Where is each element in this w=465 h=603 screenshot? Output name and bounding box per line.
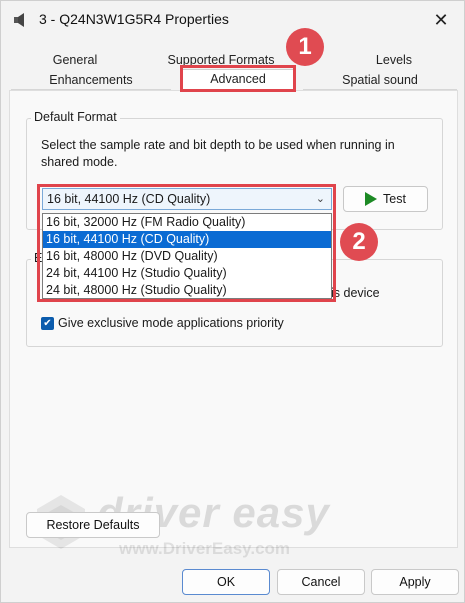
default-format-label: Default Format: [31, 110, 120, 124]
cancel-label: Cancel: [301, 575, 341, 589]
tab-enhancements[interactable]: Enhancements: [11, 71, 171, 90]
exclusive-control-label: is device: [331, 286, 380, 300]
tab-spatial-sound[interactable]: Spatial sound: [303, 71, 457, 90]
restore-defaults-button[interactable]: Restore Defaults: [26, 512, 160, 538]
close-icon: ✕: [433, 9, 449, 30]
close-button[interactable]: ✕: [425, 7, 457, 33]
cancel-button[interactable]: Cancel: [277, 569, 365, 595]
exclusive-priority-label: Give exclusive mode applications priorit…: [58, 316, 284, 330]
ok-label: OK: [216, 575, 236, 589]
exclusive-priority-checkbox[interactable]: ✔: [41, 317, 54, 330]
step-badge-2: 2: [340, 223, 378, 261]
speaker-icon: [14, 13, 24, 27]
watermark-url: www.DriverEasy.com: [119, 539, 291, 558]
highlight-format-dropdown: [37, 184, 336, 302]
default-format-description: Select the sample rate and bit depth to …: [41, 138, 395, 169]
apply-button[interactable]: Apply: [371, 569, 459, 595]
test-button-label: Test: [383, 192, 406, 206]
play-icon: [365, 192, 378, 206]
apply-label: Apply: [399, 575, 431, 589]
tab-levels[interactable]: Levels: [331, 51, 457, 69]
ok-button[interactable]: OK: [182, 569, 270, 595]
properties-window: 3 - Q24N3W1G5R4 Properties ✕ General Sup…: [0, 0, 465, 603]
tab-general[interactable]: General: [11, 51, 139, 69]
test-button[interactable]: Test: [343, 186, 428, 212]
title-bar: 3 - Q24N3W1G5R4 Properties ✕: [1, 1, 464, 39]
window-title: 3 - Q24N3W1G5R4 Properties: [39, 11, 229, 27]
step-badge-1: 1: [286, 28, 324, 66]
restore-defaults-label: Restore Defaults: [46, 518, 140, 532]
check-icon: ✔: [43, 318, 52, 329]
highlight-advanced-tab: [180, 65, 296, 92]
